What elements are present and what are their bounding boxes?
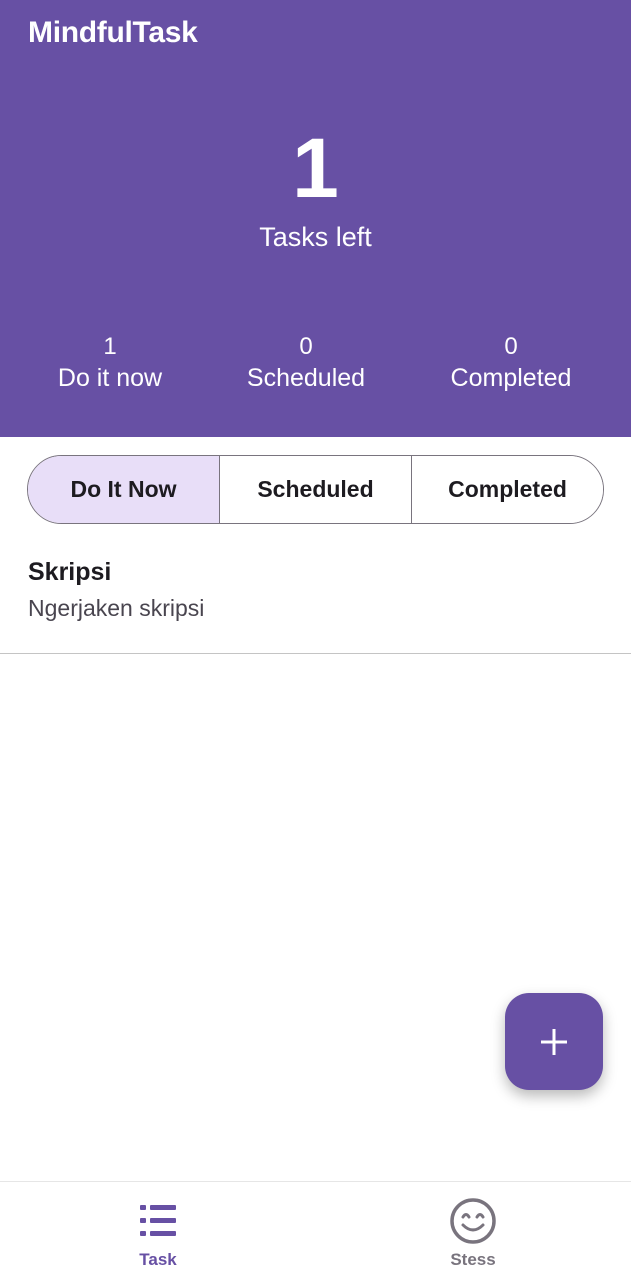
tab-scheduled[interactable]: Scheduled (220, 456, 412, 523)
stat-label: Completed (450, 364, 572, 392)
plus-icon (541, 1028, 567, 1055)
tasks-left-count: 1 (292, 121, 339, 215)
nav-task[interactable]: Task (98, 1196, 218, 1270)
task-title: Skripsi (28, 558, 112, 586)
smiley-icon (450, 1198, 496, 1244)
nav-stress-label: Stess (450, 1250, 496, 1269)
task-description: Ngerjaken skripsi (28, 595, 205, 621)
summary-header: MindfulTask 1 Tasks left 1 Do it now 0 S… (0, 0, 631, 437)
nav-task-label: Task (139, 1250, 177, 1269)
tasks-left-label: Tasks left (259, 222, 372, 252)
stat-scheduled: 0 Scheduled (206, 332, 406, 394)
add-task-button[interactable] (505, 993, 603, 1090)
stat-value: 0 (299, 333, 313, 360)
stat-do-it-now: 1 Do it now (10, 332, 210, 394)
stat-value: 1 (103, 333, 117, 360)
task-filter-tabs: Do It Now Scheduled Completed (27, 455, 604, 524)
nav-stress[interactable]: Stess (413, 1196, 533, 1270)
tab-completed[interactable]: Completed (412, 456, 603, 523)
list-icon (140, 1205, 176, 1236)
bottom-navigation: Task Stess (0, 1181, 631, 1280)
stat-value: 0 (504, 333, 518, 360)
stats-row: 1 Do it now 0 Scheduled 0 Completed (0, 332, 631, 402)
stat-label: Do it now (57, 364, 163, 392)
app-title: MindfulTask (28, 16, 198, 49)
stat-label: Scheduled (246, 364, 366, 392)
stat-completed: 0 Completed (411, 332, 611, 394)
task-list-item[interactable]: Skripsi Ngerjaken skripsi (0, 548, 631, 654)
app-screen: MindfulTask 1 Tasks left 1 Do it now 0 S… (0, 0, 631, 1280)
tab-do-it-now[interactable]: Do It Now (28, 456, 220, 523)
